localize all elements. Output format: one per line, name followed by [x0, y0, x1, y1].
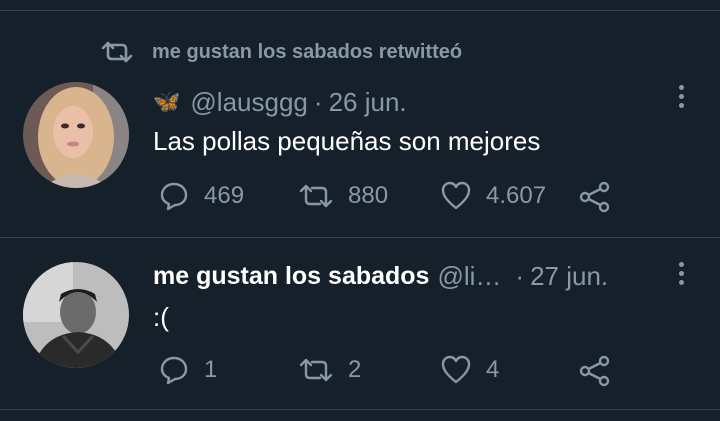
tweet-1-reply-count: 469 [204, 182, 245, 209]
retweet-icon [299, 358, 333, 382]
tweet-1-header: 🦋 @lausggg · 26 jun. [153, 86, 407, 118]
share-icon [579, 181, 610, 213]
tweet-1-handle[interactable]: @lausggg [190, 87, 307, 118]
reply-icon [160, 182, 188, 211]
tweet-1-like-button[interactable]: 4.607 [440, 180, 546, 212]
butterfly-icon: 🦋 [153, 89, 181, 114]
tweet-2-reply-count: 1 [204, 356, 218, 383]
heart-icon [441, 181, 471, 210]
tweet-2-like-count: 4 [486, 356, 500, 383]
bottom-divider [0, 409, 720, 410]
tweet-1-reply-button[interactable]: 469 [158, 180, 244, 212]
heart-icon [441, 355, 471, 384]
tweet-1-retweet-count: 880 [348, 182, 389, 209]
share-icon [579, 355, 610, 387]
tweet-1-text: Las pollas pequeñas son mejores [153, 125, 541, 156]
tweet-1-retweet-button[interactable]: 880 [298, 180, 388, 212]
reply-icon [160, 356, 188, 385]
tweet-2-separator: · [515, 260, 525, 291]
retweet-banner[interactable]: me gustan los sabados retwitteó [100, 38, 462, 66]
tweet-2-share-button[interactable] [578, 354, 626, 388]
tweet-2-retweet-button[interactable]: 2 [298, 354, 361, 386]
retweet-icon [101, 41, 133, 63]
tweet-2-display-name[interactable]: me gustan los sabados [153, 262, 429, 291]
retweet-icon [299, 184, 333, 208]
tweet-2-header: me gustan los sabados @li… · 27 jun. [153, 260, 608, 292]
retweet-banner-label: me gustan los sabados retwitteó [152, 40, 463, 63]
tweet-2-more-icon[interactable] [676, 262, 686, 285]
tweet-2-like-button[interactable]: 4 [440, 354, 499, 386]
avatar[interactable] [23, 82, 129, 188]
tweet-1-share-button[interactable] [578, 180, 626, 214]
tweet-1-date[interactable]: 26 jun. [329, 87, 407, 118]
tweet-2-handle[interactable]: @li… [437, 261, 501, 292]
avatar[interactable] [23, 262, 129, 368]
tweet-2-text: :( [153, 301, 169, 332]
tweet-1-more-icon[interactable] [676, 85, 686, 108]
tweet-2-date[interactable]: 27 jun. [530, 261, 608, 292]
tweet-2-reply-button[interactable]: 1 [158, 354, 217, 386]
tweet-1-like-count: 4.607 [486, 182, 547, 209]
tweet-2-retweet-count: 2 [348, 356, 362, 383]
tweet-1-separator: · [313, 86, 323, 117]
